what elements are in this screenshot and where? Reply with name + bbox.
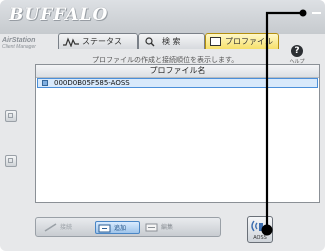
callout-end-dot (261, 224, 273, 236)
callout-line (265, 11, 302, 229)
callout-annotation (261, 9, 307, 236)
callout-start-dot (299, 9, 307, 17)
